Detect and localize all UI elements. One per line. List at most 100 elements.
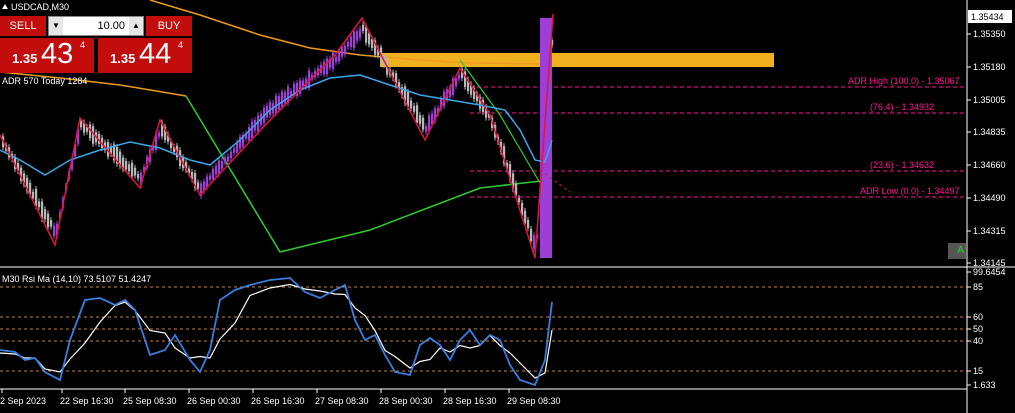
price-tick-label: 1.35180: [973, 62, 1006, 72]
candle: [35, 188, 38, 207]
candle: [284, 92, 287, 104]
candle: [131, 162, 134, 177]
candle: [362, 24, 365, 31]
time-axis-ticks: 2 Sep 2023 22 Sep 16:30 25 Sep 08:30 26 Sep…: [0, 389, 561, 406]
symbol-title-text: USDCAD,M30: [11, 2, 70, 12]
candle: [80, 121, 83, 128]
time-tick-label: 22 Sep 16:30: [60, 396, 114, 406]
candle: [230, 151, 233, 159]
lot-size-value[interactable]: 10.00: [65, 17, 127, 35]
time-tick-label: 26 Sep 00:30: [187, 396, 241, 406]
candle: [458, 74, 461, 80]
candle: [233, 148, 236, 153]
candle: [236, 142, 239, 153]
time-tick-label: 28 Sep 00:30: [379, 396, 433, 406]
rsi-line: [0, 277, 553, 387]
adr-info: ADR 570 Today 1284: [2, 76, 88, 86]
one-click-trading-panel: SELL ▼ 10.00 ▲ BUY 1.35 43 4 1.35 44 4: [0, 16, 192, 73]
rsi-level-lines: [0, 286, 967, 372]
candle: [218, 160, 221, 175]
candle: [332, 52, 335, 69]
time-tick-label: 2 Sep 2023: [0, 396, 46, 406]
buy-price-big: 44: [139, 38, 172, 70]
candle: [359, 28, 362, 38]
candle: [422, 117, 425, 130]
symbol-title: USDCAD,M30: [2, 2, 69, 12]
candle: [326, 58, 329, 75]
candle: [323, 61, 326, 75]
time-tick-label: 29 Sep 08:30: [507, 396, 561, 406]
candle: [32, 191, 35, 199]
rsi-tick-label: 1.633: [973, 380, 996, 390]
candle: [248, 127, 251, 141]
sell-price-sup: 4: [80, 40, 86, 50]
candle: [335, 56, 338, 63]
candle: [134, 167, 137, 176]
candle: [53, 225, 56, 236]
price-tick-label: 1.34315: [973, 226, 1006, 236]
time-tick-label: 28 Sep 16:30: [443, 396, 497, 406]
candle: [38, 201, 41, 208]
candle: [338, 50, 341, 62]
rsi-axis-ticks: 99.6454 85 60 50 40 15 1.633: [967, 267, 1006, 390]
candle: [413, 105, 416, 112]
candle: [425, 125, 428, 132]
sell-button[interactable]: SELL: [0, 16, 46, 36]
candle: [224, 157, 227, 163]
candle: [518, 197, 521, 203]
candle: [365, 26, 368, 43]
candle: [50, 220, 53, 227]
candle: [209, 175, 212, 180]
adr-level-label: ADR Low (0.0) - 1.34497: [860, 186, 960, 196]
price-tick-label: 1.35005: [973, 95, 1006, 105]
candle: [47, 213, 50, 228]
time-tick-label: 27 Sep 08:30: [315, 396, 369, 406]
adr-level-label: (76.4) - 1.34932: [870, 102, 934, 112]
candle: [527, 219, 530, 229]
buy-button[interactable]: BUY: [146, 16, 192, 36]
lot-increase-icon[interactable]: ▲: [129, 17, 143, 35]
adr-level-label: (23.6) - 1.34632: [870, 160, 934, 170]
time-tick-label: 25 Sep 08:30: [123, 396, 177, 406]
candle: [419, 115, 422, 124]
candle: [356, 31, 359, 41]
candle: [197, 182, 200, 189]
rsi-tick-label: 99.6454: [973, 267, 1006, 277]
candle: [158, 132, 161, 137]
rsi-tick-label: 15: [973, 366, 983, 376]
candle: [344, 45, 347, 55]
candle: [212, 168, 215, 180]
candle: [275, 95, 278, 114]
candle: [44, 209, 47, 220]
price-tick-label: 1.35350: [973, 29, 1006, 39]
alert-box[interactable]: A: [948, 243, 966, 259]
candle: [533, 235, 536, 249]
ma-green-line: [185, 95, 551, 253]
candle: [137, 174, 140, 179]
candle: [341, 46, 344, 57]
price-tick-label: 1.34835: [973, 127, 1006, 137]
lot-size-field[interactable]: ▼ 10.00 ▲: [48, 16, 144, 36]
rsi-title: M30 Rsi Ma (14,10) 73.5107 51.4247: [2, 274, 152, 284]
price-axis-ticks: 1.35350 1.35180 1.35005 1.34835 1.34660 1.344…: [967, 29, 1006, 268]
candle: [128, 164, 131, 172]
candle: [125, 160, 128, 170]
buy-price-card[interactable]: 1.35 44 4: [98, 38, 192, 73]
triangle-icon: [2, 4, 8, 9]
buy-price-prefix: 1.35: [110, 51, 136, 66]
green-channel-line: [459, 59, 551, 201]
candle: [353, 31, 356, 48]
candle: [416, 105, 419, 123]
sell-price-card[interactable]: 1.35 43 4: [0, 38, 94, 73]
lot-decrease-icon[interactable]: ▼: [49, 17, 63, 35]
rsi-tick-label: 60: [973, 312, 983, 322]
adr-level-label: ADR High (100.0) - 1.35067: [848, 76, 960, 86]
candle: [410, 100, 413, 109]
candle: [281, 91, 284, 107]
candle: [215, 165, 218, 175]
candle: [227, 156, 230, 162]
candle: [350, 36, 353, 47]
candle: [221, 161, 224, 169]
price-tick-label: 1.34490: [973, 193, 1006, 203]
time-tick-label: 26 Sep 16:30: [251, 396, 305, 406]
